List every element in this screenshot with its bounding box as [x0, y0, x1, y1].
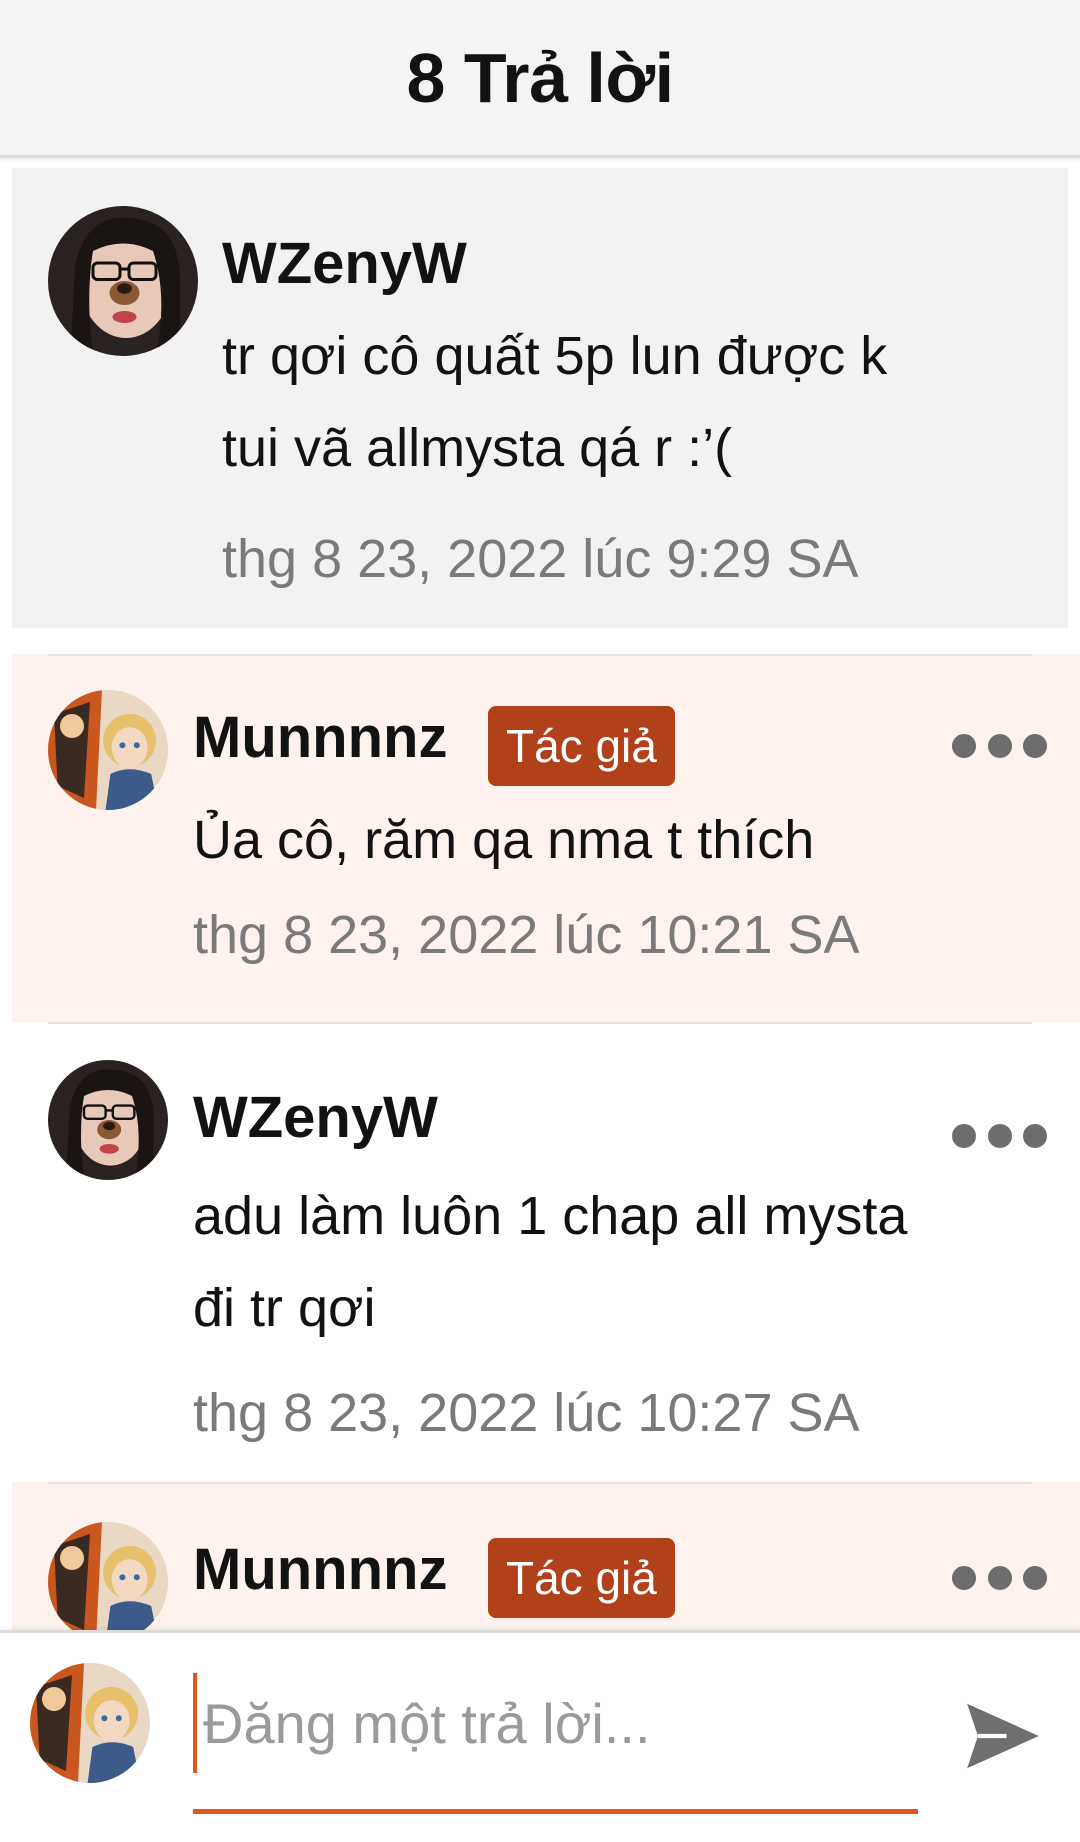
- comment-item: WZenyW adu làm luôn 1 chap all mysta đi …: [0, 1022, 1080, 1482]
- send-button[interactable]: [960, 1693, 1046, 1779]
- comment-username[interactable]: WZenyW: [193, 1084, 438, 1151]
- comment-username[interactable]: Munnnnz: [193, 1536, 447, 1603]
- comment-username[interactable]: Munnnnz: [193, 704, 447, 771]
- user-avatar-image: [48, 1060, 168, 1180]
- author-avatar-image: [48, 690, 168, 810]
- reply-input[interactable]: [193, 1673, 913, 1773]
- comment-divider: [48, 1482, 1032, 1484]
- author-avatar-image: [30, 1663, 150, 1783]
- send-icon: [967, 1703, 1039, 1769]
- header: 8 Trả lời: [0, 0, 1080, 158]
- author-avatar-image: [48, 1522, 168, 1642]
- comment-text: adu làm luôn 1 chap all mysta đi tr qơi: [193, 1186, 908, 1338]
- input-underline: [193, 1809, 918, 1814]
- avatar[interactable]: [48, 1060, 168, 1180]
- more-horizontal-icon: [1023, 734, 1047, 758]
- more-horizontal-icon: [952, 734, 976, 758]
- comment-timestamp: thg 8 23, 2022 lúc 10:21 SA: [193, 905, 860, 965]
- comment-item: Munnnnz Tác giả Ủa cô, răm qa nma t thíc…: [0, 654, 1080, 1022]
- more-options-button[interactable]: [952, 726, 1047, 766]
- author-badge: Tác giả: [488, 1538, 675, 1618]
- comment-timestamp: thg 8 23, 2022 lúc 10:27 SA: [193, 1383, 860, 1443]
- more-options-button[interactable]: [952, 1116, 1047, 1156]
- more-horizontal-icon: [987, 1566, 1012, 1590]
- page-title: 8 Trả lời: [406, 38, 674, 117]
- more-options-button[interactable]: [952, 1558, 1047, 1598]
- comment-divider: [48, 654, 1032, 656]
- more-horizontal-icon: [952, 1566, 976, 1590]
- avatar[interactable]: [48, 690, 168, 810]
- comment-divider: [48, 1022, 1032, 1024]
- author-badge: Tác giả: [488, 706, 675, 786]
- reply-composer: [0, 1630, 1080, 1842]
- more-horizontal-icon: [1023, 1124, 1047, 1148]
- current-user-avatar: [30, 1663, 150, 1783]
- reply-thread-screen: 8 Trả lời WZenyW tr qơi cô quất 5p lun đ…: [0, 0, 1080, 1842]
- more-horizontal-icon: [987, 1124, 1012, 1148]
- avatar[interactable]: [48, 1522, 168, 1642]
- comment-username[interactable]: WZenyW: [222, 230, 467, 297]
- comment-timestamp: thg 8 23, 2022 lúc 9:29 SA: [222, 529, 859, 589]
- more-horizontal-icon: [987, 734, 1012, 758]
- more-horizontal-icon: [1023, 1566, 1047, 1590]
- comment-text: tr qơi cô quất 5p lun được k tui vã allm…: [222, 326, 888, 478]
- avatar[interactable]: [48, 206, 198, 356]
- user-avatar-image: [48, 206, 198, 356]
- comment-text: Ủa cô, răm qa nma t thích: [193, 810, 815, 870]
- comment-item: WZenyW tr qơi cô quất 5p lun được k tui …: [0, 168, 1080, 628]
- more-horizontal-icon: [952, 1124, 976, 1148]
